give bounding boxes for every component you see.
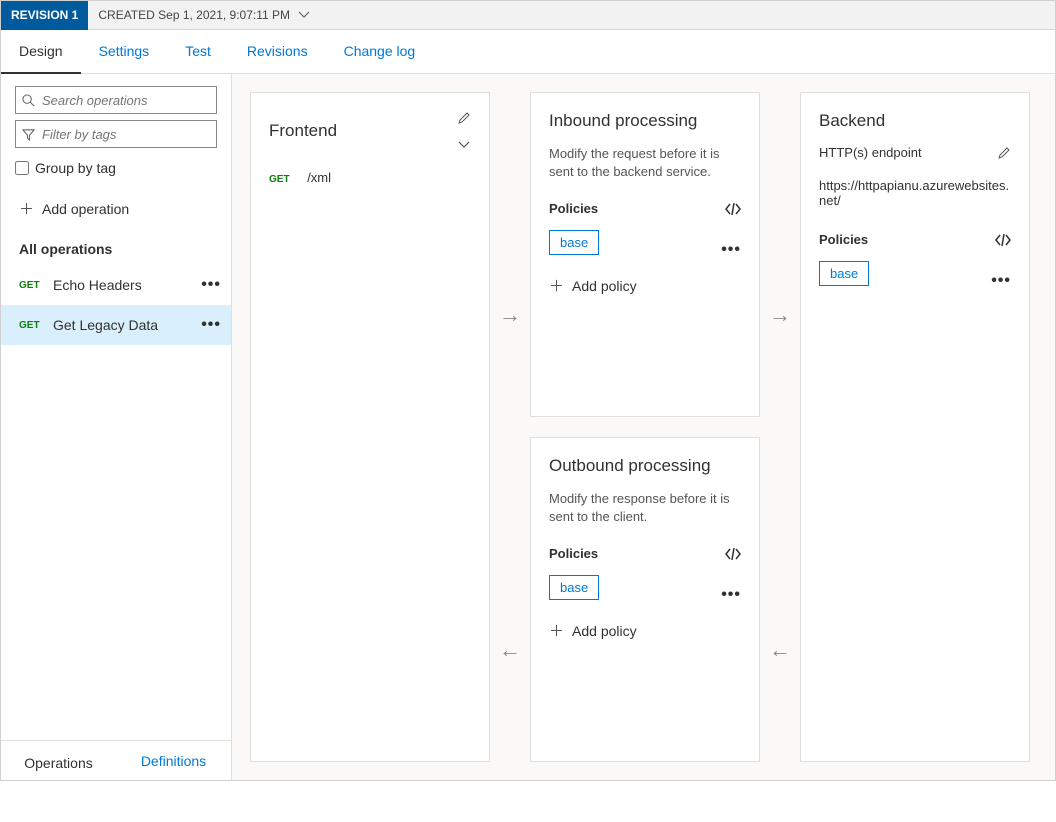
- tab-definitions[interactable]: Definitions: [116, 741, 231, 780]
- operation-name: Get Legacy Data: [49, 317, 201, 333]
- filter-input[interactable]: [42, 127, 210, 142]
- more-icon[interactable]: •••: [721, 592, 741, 598]
- frontend-card: Frontend GET /xml: [250, 92, 490, 762]
- design-canvas: Frontend GET /xml Inbound processing: [232, 74, 1055, 780]
- tab-changelog[interactable]: Change log: [326, 30, 434, 74]
- plus-icon: ＋: [19, 198, 34, 219]
- operation-item[interactable]: GET Echo Headers •••: [1, 265, 231, 305]
- add-operation-label: Add operation: [42, 201, 129, 217]
- plus-icon: ＋: [549, 620, 564, 641]
- tab-design[interactable]: Design: [1, 30, 81, 74]
- endpoint-label: HTTP(s) endpoint: [819, 145, 922, 160]
- chevron-down-icon[interactable]: [298, 11, 310, 19]
- more-icon[interactable]: •••: [201, 282, 221, 288]
- revision-badge[interactable]: REVISION 1: [1, 1, 88, 30]
- add-policy-button[interactable]: ＋ Add policy: [549, 269, 741, 296]
- bottom-tabs: Operations Definitions: [1, 740, 231, 780]
- code-icon[interactable]: [725, 548, 741, 560]
- search-icon: [22, 94, 36, 107]
- plus-icon: ＋: [549, 275, 564, 296]
- tab-test[interactable]: Test: [167, 30, 229, 74]
- arrow-left-icon: [760, 477, 800, 822]
- code-icon[interactable]: [995, 234, 1011, 246]
- backend-title: Backend: [819, 111, 1011, 131]
- group-label: Group by tag: [35, 160, 116, 176]
- search-input[interactable]: [42, 93, 210, 108]
- backend-url: https://httpapianu.azurewebsites.net/: [819, 178, 1011, 208]
- backend-card: Backend HTTP(s) endpoint https://httpapi…: [800, 92, 1030, 762]
- add-policy-label: Add policy: [572, 623, 637, 639]
- tabs-bar: Design Settings Test Revisions Change lo…: [1, 30, 1055, 74]
- inbound-title: Inbound processing: [549, 111, 741, 131]
- tab-operations[interactable]: Operations: [1, 741, 116, 780]
- filter-icon: [22, 128, 36, 141]
- policy-base-tag[interactable]: base: [819, 261, 869, 286]
- arrow-right-icon: [760, 152, 800, 477]
- revision-created-text: CREATED Sep 1, 2021, 9:07:11 PM: [98, 8, 290, 22]
- frontend-title: Frontend: [269, 121, 337, 141]
- arrow-left-icon: [490, 477, 530, 822]
- more-icon[interactable]: •••: [991, 278, 1011, 284]
- policies-label: Policies: [819, 232, 868, 247]
- policy-base-tag[interactable]: base: [549, 575, 599, 600]
- group-checkbox[interactable]: [15, 161, 29, 175]
- more-icon[interactable]: •••: [721, 247, 741, 253]
- method-badge: GET: [19, 280, 49, 291]
- search-box[interactable]: [15, 86, 217, 114]
- operation-item[interactable]: GET Get Legacy Data •••: [1, 305, 231, 345]
- inbound-desc: Modify the request before it is sent to …: [549, 145, 741, 181]
- frontend-method: GET: [269, 174, 290, 185]
- outbound-card: Outbound processing Modify the response …: [530, 437, 760, 762]
- group-by-tag[interactable]: Group by tag: [15, 160, 217, 176]
- frontend-path: /xml: [307, 170, 331, 185]
- add-operation[interactable]: ＋ Add operation: [1, 186, 231, 231]
- tab-revisions[interactable]: Revisions: [229, 30, 326, 74]
- outbound-desc: Modify the response before it is sent to…: [549, 490, 741, 526]
- policies-label: Policies: [549, 546, 598, 561]
- more-icon[interactable]: •••: [201, 322, 221, 328]
- chevron-down-icon[interactable]: [457, 140, 471, 150]
- add-policy-button[interactable]: ＋ Add policy: [549, 614, 741, 641]
- operation-name: Echo Headers: [49, 277, 201, 293]
- filter-box[interactable]: [15, 120, 217, 148]
- policy-base-tag[interactable]: base: [549, 230, 599, 255]
- method-badge: GET: [19, 320, 49, 331]
- pencil-icon[interactable]: [457, 111, 471, 125]
- tab-settings[interactable]: Settings: [81, 30, 168, 74]
- all-operations-header[interactable]: All operations: [1, 231, 231, 265]
- code-icon[interactable]: [725, 203, 741, 215]
- operations-sidebar: Group by tag ＋ Add operation All operati…: [1, 74, 232, 780]
- arrow-right-icon: [490, 152, 530, 477]
- revision-bar: REVISION 1 CREATED Sep 1, 2021, 9:07:11 …: [1, 1, 1055, 30]
- pencil-icon[interactable]: [997, 146, 1011, 160]
- outbound-title: Outbound processing: [549, 456, 741, 476]
- add-policy-label: Add policy: [572, 278, 637, 294]
- policies-label: Policies: [549, 201, 598, 216]
- inbound-card: Inbound processing Modify the request be…: [530, 92, 760, 417]
